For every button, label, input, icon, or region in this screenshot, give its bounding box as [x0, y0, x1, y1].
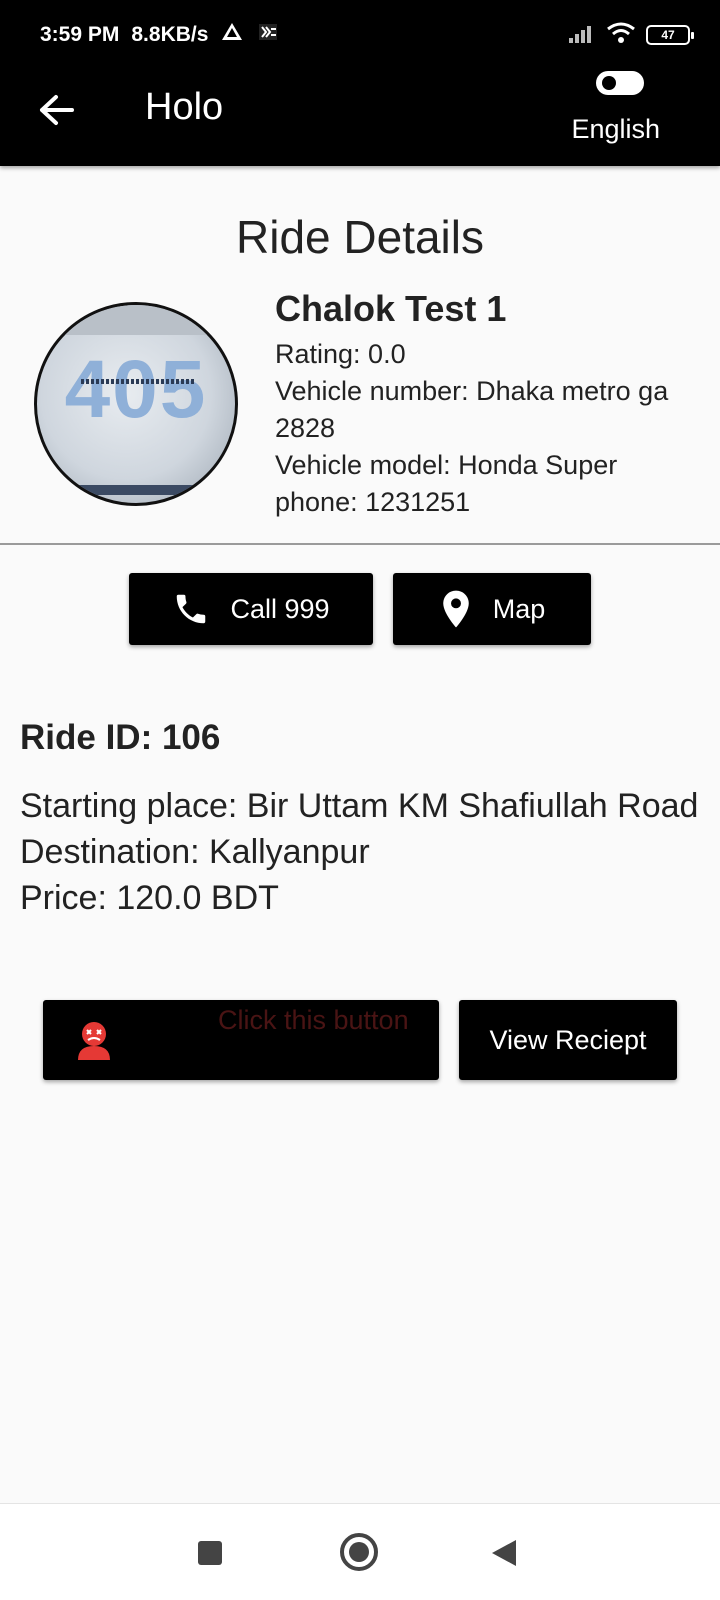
driver-name: Chalok Test 1 — [275, 288, 507, 329]
divider — [0, 543, 720, 545]
view-receipt-label: View Reciept — [489, 1024, 647, 1055]
ride-details: Starting place: Bir Uttam KM Shafiullah … — [20, 783, 698, 921]
driver-photo: 405 — [34, 302, 238, 506]
destination: Destination: Kallyanpur — [20, 833, 370, 871]
view-receipt-button[interactable]: View Reciept — [459, 1000, 677, 1080]
location-pin-icon — [442, 590, 469, 628]
toggle-knob — [602, 76, 616, 90]
back-button[interactable] — [30, 84, 82, 136]
app-bar: Holo English — [0, 70, 720, 166]
language-label: English — [571, 114, 660, 144]
photo-strip — [37, 305, 235, 335]
photo-text-line — [81, 379, 195, 384]
status-left: 3:59 PM 8.8KB/s — [40, 20, 280, 50]
map-button[interactable]: Map — [393, 573, 591, 645]
signal-icon — [568, 23, 596, 48]
status-right: 47 — [568, 20, 694, 50]
sad-face-icon — [78, 1022, 110, 1060]
price: Price: 120.0 BDT — [20, 879, 279, 917]
app-notification-icon — [256, 21, 280, 49]
status-time: 3:59 PM — [40, 23, 120, 46]
status-speed: 8.8KB/s — [131, 23, 209, 46]
phone-icon — [177, 594, 206, 624]
photo-taskbar — [77, 485, 201, 495]
system-nav-bar — [0, 1503, 720, 1600]
ride-id: Ride ID: 106 — [20, 718, 221, 757]
drive-icon — [220, 21, 244, 49]
starting-place: Starting place: Bir Uttam KM Shafiullah … — [20, 787, 699, 825]
driver-rating: Rating: 0.0 — [275, 339, 406, 369]
vehicle-number-line1: Vehicle number: Dhaka metro ga — [275, 376, 669, 406]
app-title: Holo — [145, 86, 224, 128]
battery-level: 47 — [661, 28, 675, 42]
call-button[interactable]: Call 999 — [129, 573, 373, 645]
page-title: Ride Details — [236, 211, 484, 263]
vehicle-model: Vehicle model: Honda Super — [275, 450, 618, 480]
status-bar: 3:59 PM 8.8KB/s 47 — [0, 0, 720, 70]
language-toggle[interactable] — [596, 71, 644, 95]
driver-phone: phone: 1231251 — [275, 487, 471, 517]
arrow-left-icon — [40, 95, 74, 125]
feedback-hint: Click this button — [218, 1005, 409, 1035]
call-button-label: Call 999 — [230, 593, 330, 624]
photo-number: 405 — [64, 344, 208, 435]
nav-back-icon[interactable] — [492, 1540, 516, 1566]
battery-icon: 47 — [646, 25, 694, 45]
feedback-button[interactable]: Click this button — [43, 1000, 439, 1080]
wifi-icon — [606, 22, 636, 49]
recents-icon[interactable] — [198, 1541, 222, 1565]
driver-info: Chalok Test 1 Rating: 0.0 Vehicle number… — [275, 288, 695, 521]
map-button-label: Map — [492, 593, 546, 624]
vehicle-number-line2: 2828 — [275, 413, 336, 443]
home-icon[interactable] — [340, 1533, 378, 1571]
